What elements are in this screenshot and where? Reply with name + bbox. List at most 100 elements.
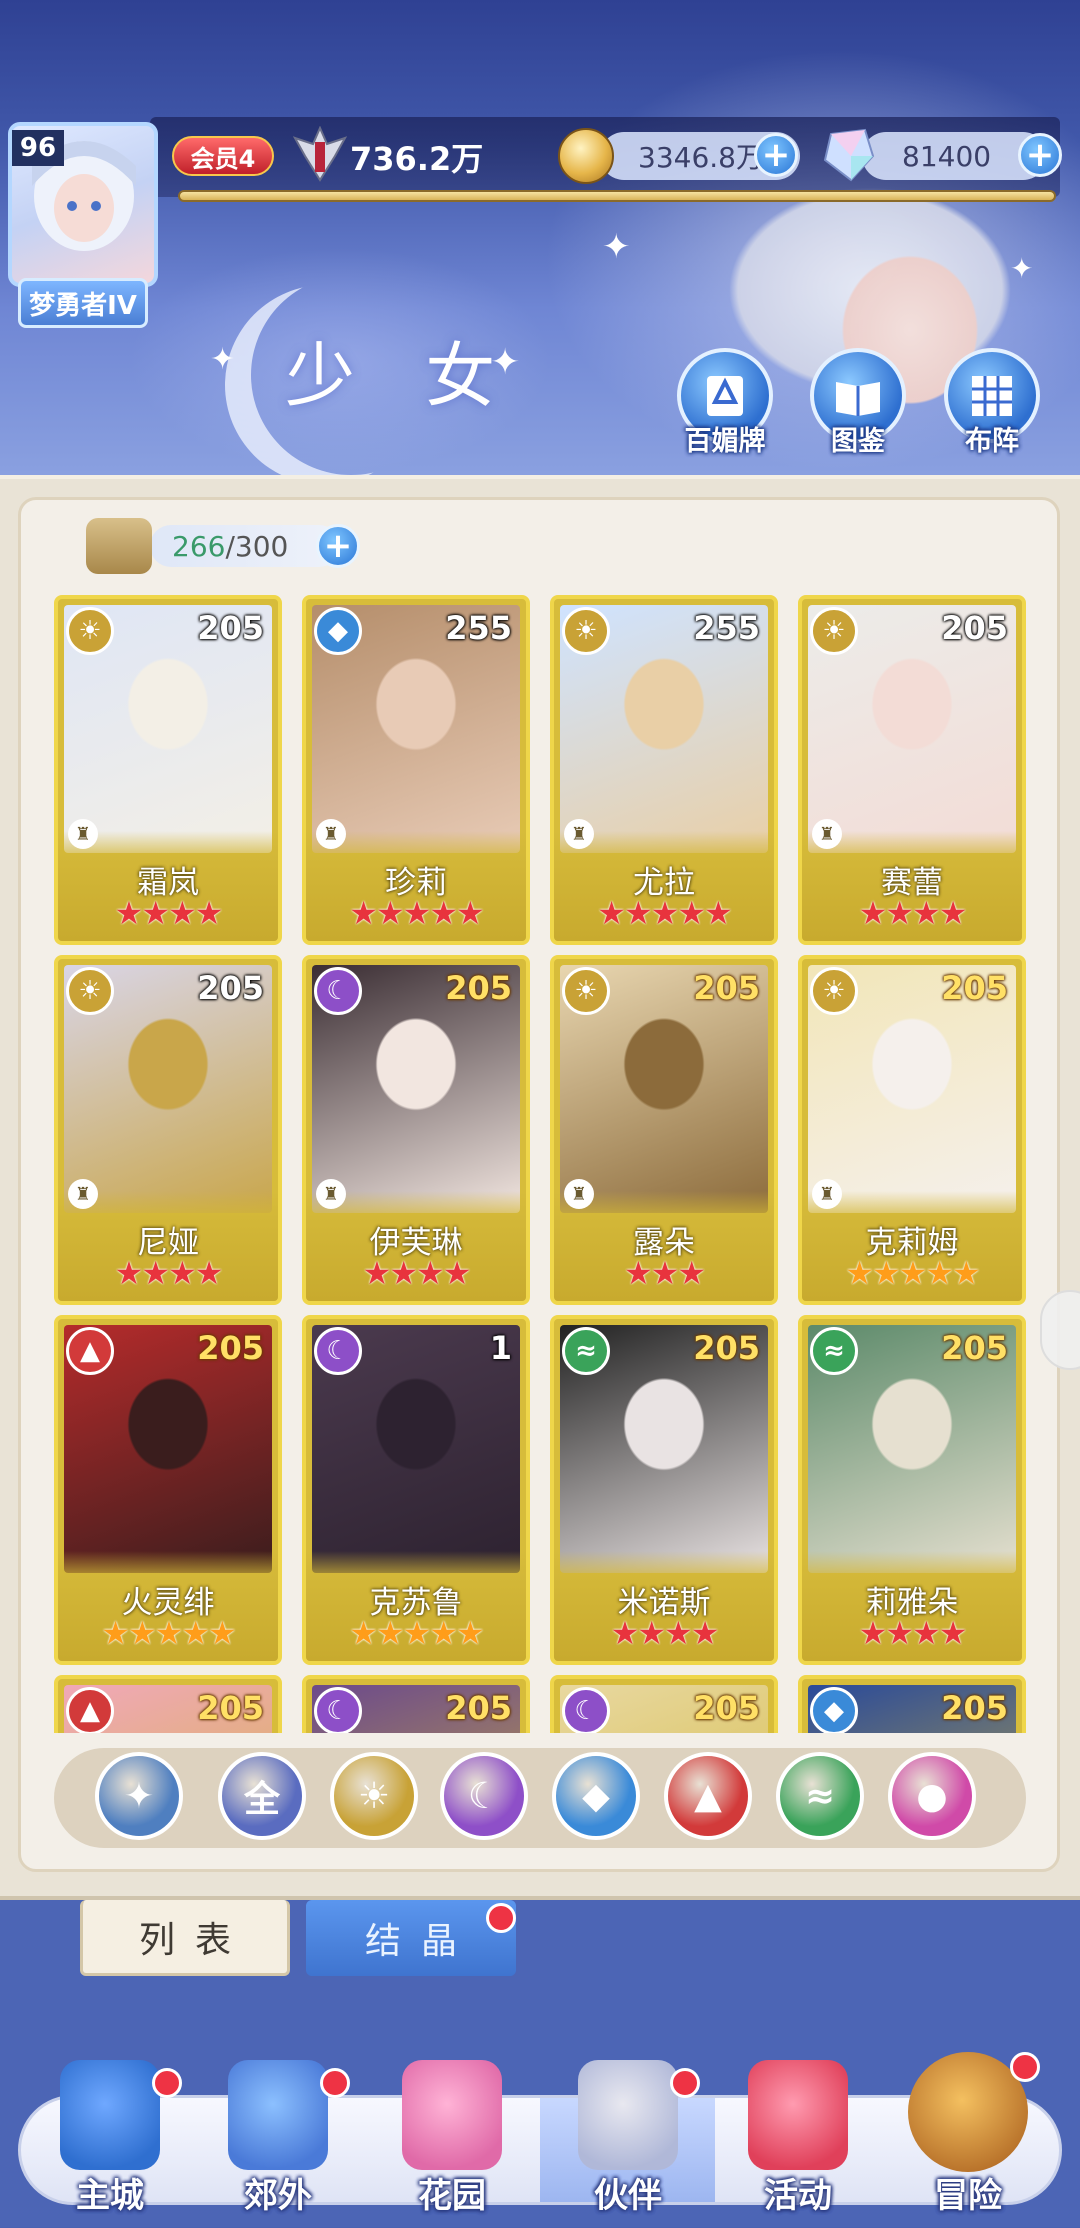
fire-element-icon: ▲	[66, 1327, 114, 1375]
card-deck-button[interactable]: 百媚牌	[670, 348, 780, 458]
gem-crystal-icon	[818, 124, 878, 184]
nav-item-4[interactable]: 活动	[718, 2060, 878, 2216]
character-card[interactable]: ▲ 205	[54, 1675, 282, 1733]
nav-icon	[402, 2060, 502, 2170]
character-card[interactable]: ◆ 255 ♜ 珍莉 ★★★★★	[302, 595, 530, 945]
sparkle-icon: ✦	[210, 342, 236, 377]
character-card[interactable]: ◆ 205	[798, 1675, 1026, 1733]
sun-element-icon: ☀	[66, 607, 114, 655]
nav-label: 郊外	[244, 2176, 312, 2216]
card-star-rating: ★★★★	[610, 1614, 720, 1652]
nav-item-3[interactable]: 伙伴	[548, 2060, 708, 2216]
gem-value: 81400	[902, 139, 992, 173]
card-level: 205	[197, 609, 264, 647]
nav-item-5[interactable]: 冒险	[888, 2052, 1048, 2216]
character-card[interactable]: ☾ 205 ♜ 伊芙琳 ★★★★	[302, 955, 530, 1305]
character-card[interactable]: ☀ 255 ♜ 尤拉 ★★★★★	[550, 595, 778, 945]
card-level: 1	[489, 1329, 512, 1367]
card-star-rating: ★★★★	[114, 894, 224, 932]
add-gem-button[interactable]: +	[1018, 133, 1062, 177]
filter-wind-button[interactable]: ≈	[776, 1752, 864, 1840]
water-drop-icon: ◆	[582, 1775, 610, 1817]
expand-capacity-button[interactable]: +	[316, 524, 360, 568]
tab-crystal-badge	[486, 1903, 516, 1933]
tab-crystal[interactable]: 结晶	[306, 1900, 516, 1976]
character-card[interactable]: ☀ 205 ♜ 克莉姆 ★★★★★	[798, 955, 1026, 1305]
all-icon: 全	[243, 1779, 280, 1820]
character-card[interactable]: ☾ 205	[550, 1675, 778, 1733]
character-card[interactable]: ☀ 205 ♜ 露朵 ★★★	[550, 955, 778, 1305]
card-star-rating: ★★★★★	[597, 894, 732, 932]
character-card[interactable]: ☀ 205 ♜ 尼娅 ★★★★	[54, 955, 282, 1305]
filter-sun-button[interactable]: ☀	[330, 1752, 418, 1840]
card-star-rating: ★★★★★	[349, 1614, 484, 1652]
tab-list[interactable]: 列表	[80, 1900, 290, 1976]
sun-element-icon: ☀	[66, 967, 114, 1015]
moon-element-icon: ☾	[314, 1687, 362, 1733]
roster-capacity: 266/300	[150, 525, 340, 567]
add-gold-button[interactable]: +	[754, 133, 798, 177]
gold-coin-icon	[558, 128, 614, 184]
power-crest-icon	[290, 124, 350, 184]
character-card[interactable]: ☾ 205	[302, 1675, 530, 1733]
fire-icon: ▲	[694, 1775, 722, 1817]
moon-element-icon: ☾	[562, 1687, 610, 1733]
card-level: 205	[197, 1329, 264, 1367]
card-star-rating: ★★★★	[858, 894, 968, 932]
role-rook-icon: ♜	[316, 1179, 346, 1209]
filter-role-button[interactable]: ✦	[95, 1752, 183, 1840]
card-level: 205	[197, 1689, 264, 1727]
player-rank-badge: 梦勇者IV	[18, 278, 148, 328]
card-star-rating: ★★★★★	[101, 1614, 236, 1652]
notification-dot	[152, 2068, 182, 2098]
nav-item-2[interactable]: 花园	[372, 2060, 532, 2216]
orb-icon: ●	[916, 1775, 948, 1817]
card-star-rating: ★★★★	[362, 1254, 472, 1292]
exp-progress-bar	[178, 190, 1056, 202]
nav-label: 伙伴	[594, 2176, 662, 2216]
card-star-rating: ★★★★★	[349, 894, 484, 932]
formation-button[interactable]: 布阵	[937, 348, 1047, 458]
character-card[interactable]: ≈205 莉雅朵 ★★★★	[798, 1315, 1026, 1665]
character-card[interactable]: ☾ 1 克苏鲁 ★★★★★	[302, 1315, 530, 1665]
fire-element-icon: ▲	[66, 1687, 114, 1733]
notification-dot	[670, 2068, 700, 2098]
card-level: 205	[693, 969, 760, 1007]
bag-icon	[86, 518, 152, 574]
card-level: 205	[693, 1689, 760, 1727]
nav-item-1[interactable]: 郊外	[198, 2060, 358, 2216]
card-level: 255	[693, 609, 760, 647]
filter-special-button[interactable]: ●	[888, 1752, 976, 1840]
codex-button[interactable]: 图鉴	[803, 348, 913, 458]
vip-badge[interactable]: 会员4	[172, 136, 274, 176]
side-drawer-handle[interactable]	[1040, 1290, 1080, 1370]
capacity-current: 266	[172, 529, 226, 563]
character-card[interactable]: ≈205 米诺斯 ★★★★	[550, 1315, 778, 1665]
wind-element-icon: ≈	[562, 1327, 610, 1375]
capacity-max: /300	[225, 529, 289, 563]
moon-element-icon: ☾	[314, 1327, 362, 1375]
card-level: 205	[941, 969, 1008, 1007]
nav-label: 花园	[418, 2176, 486, 2216]
card-star-rating: ★★★	[623, 1254, 706, 1292]
sun-element-icon: ☀	[810, 607, 858, 655]
gold-value: 3346.8万	[638, 141, 764, 174]
role-rook-icon: ♜	[68, 1179, 98, 1209]
sun-icon: ☀	[357, 1775, 391, 1817]
character-card[interactable]: ☀ 205 ♜ 霜岚 ★★★★	[54, 595, 282, 945]
character-card[interactable]: ☀ 205 ♜ 赛蕾 ★★★★	[798, 595, 1026, 945]
card-level: 205	[445, 969, 512, 1007]
card-level: 205	[941, 1689, 1008, 1727]
card-level: 255	[445, 609, 512, 647]
role-rook-icon: ♜	[316, 819, 346, 849]
role-rook-icon: ♜	[68, 819, 98, 849]
filter-fire-button[interactable]: ▲	[664, 1752, 752, 1840]
filter-all-button[interactable]: 全	[218, 1752, 306, 1840]
filter-moon-button[interactable]: ☾	[440, 1752, 528, 1840]
page-title: 少 女	[285, 335, 520, 417]
player-level: 96	[12, 130, 64, 166]
nav-item-0[interactable]: 主城	[30, 2060, 190, 2216]
filter-water-button[interactable]: ◆	[552, 1752, 640, 1840]
character-card[interactable]: ▲ 205 火灵绯 ★★★★★	[54, 1315, 282, 1665]
star-class-icon: ✦	[123, 1775, 155, 1817]
